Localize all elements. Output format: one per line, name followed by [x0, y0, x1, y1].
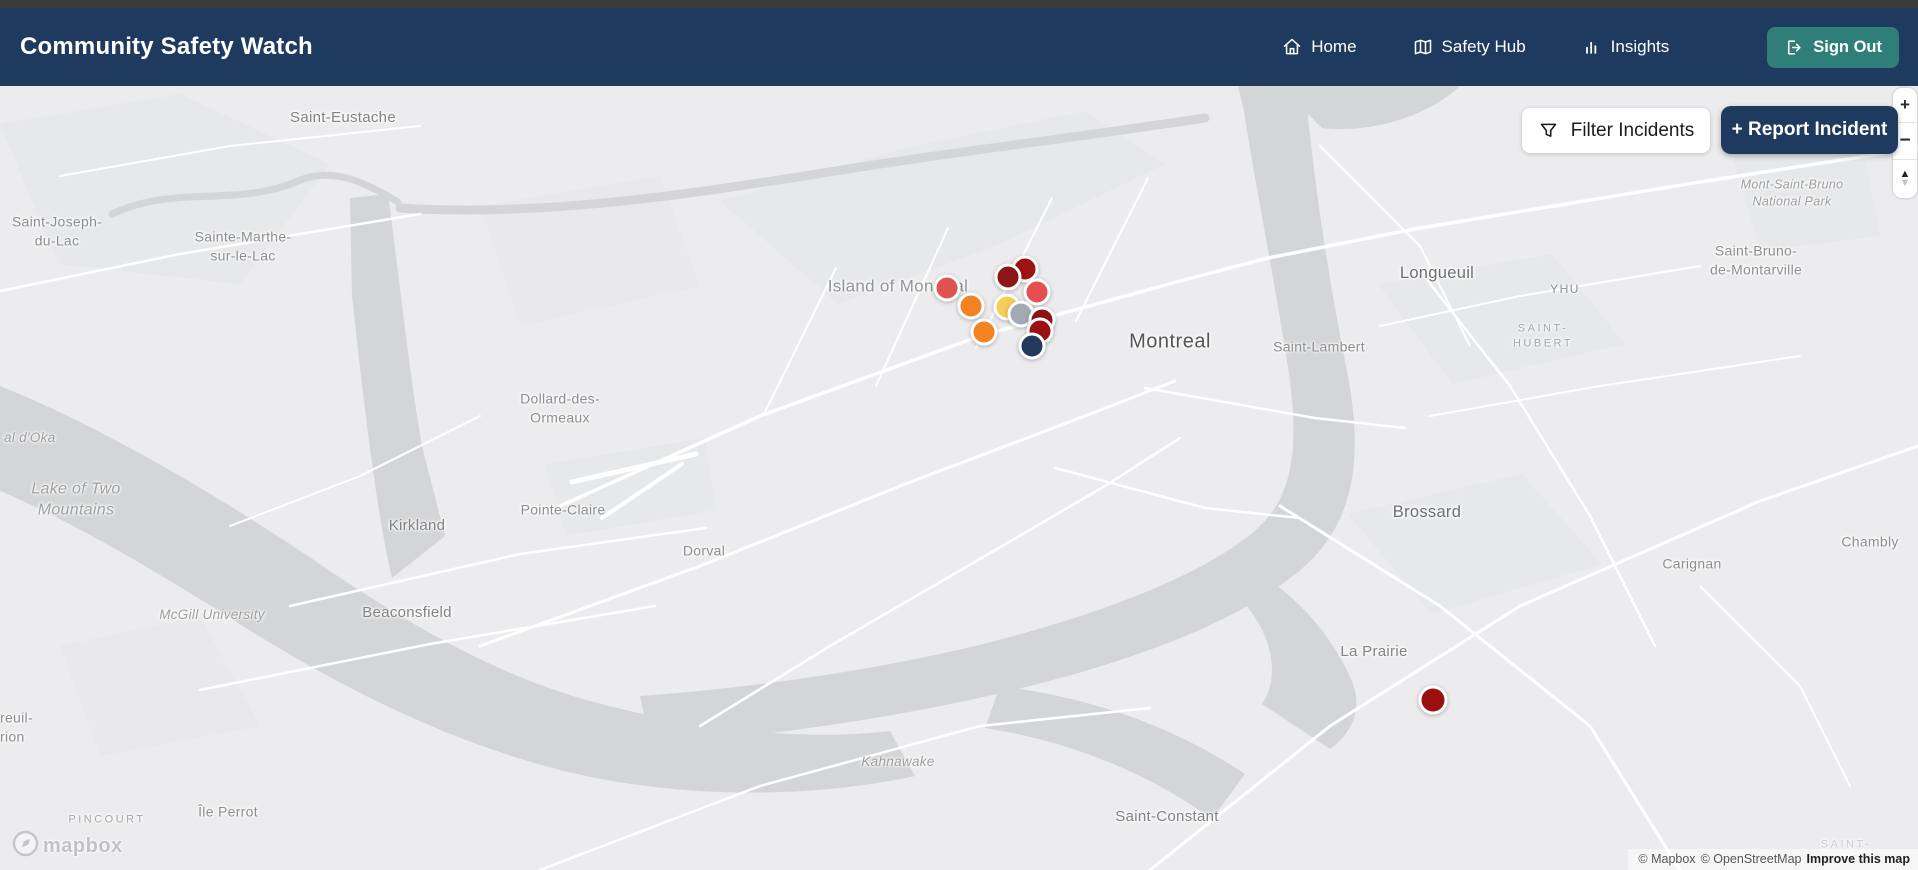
attribution-mapbox-link[interactable]: © Mapbox	[1638, 852, 1695, 866]
nav-item-insights[interactable]: Insights	[1582, 37, 1670, 57]
map-label-mont-saint-bruno-national-park: Mont-Saint-Bruno National Park	[1740, 177, 1844, 208]
window-chrome-strip	[0, 0, 1918, 8]
incident-marker-3[interactable]	[994, 263, 1022, 291]
map-label-montreal: Montreal	[1129, 330, 1211, 353]
mapbox-logo-icon	[12, 830, 39, 862]
map-label-mcgill-university: McGill University	[159, 606, 265, 622]
app-title: Community Safety Watch	[20, 33, 313, 60]
map-label-vaudreuil-partial-1: reuil-	[0, 709, 33, 726]
bar-chart-icon	[1582, 37, 1602, 57]
funnel-icon	[1538, 120, 1559, 141]
main-nav: Home Safety Hub Insights Sign Out	[1282, 26, 1899, 68]
map-label-saint-bruno-de-montarville: Saint-Bruno- de-Montarville	[1709, 242, 1803, 277]
map-icon	[1413, 37, 1433, 57]
home-icon	[1282, 37, 1302, 57]
map-label-lake-of-two-mountains: Lake of Two Mountains	[31, 480, 121, 519]
report-incident-button[interactable]: + Report Incident	[1721, 106, 1898, 154]
map-label-sainte-marthe-sur-le-lac: Sainte-Marthe- sur-le-Lac	[194, 228, 292, 263]
nav-item-label: Safety Hub	[1441, 37, 1526, 56]
map-label-ile-perrot: Île Perrot	[198, 803, 258, 820]
map-label-saint-hubert: SAINT- HUBERT	[1512, 322, 1574, 349]
map-label-chambly: Chambly	[1841, 533, 1899, 550]
incident-marker-10[interactable]	[970, 318, 998, 346]
incident-marker-12[interactable]	[1418, 685, 1448, 715]
map-label-saint-lambert: Saint-Lambert	[1273, 338, 1365, 355]
map-base-tiles	[0, 86, 1918, 870]
map-label-pointe-claire: Pointe-Claire	[520, 501, 606, 518]
nav-item-safety-hub[interactable]: Safety Hub	[1413, 37, 1526, 57]
improve-this-map-link[interactable]: Improve this map	[1807, 852, 1911, 866]
app-header: Community Safety Watch Home Safety Hub I…	[0, 8, 1918, 86]
nav-item-label: Insights	[1610, 37, 1670, 56]
map-label-vaudreuil-partial-2: rion	[0, 728, 25, 745]
map-label-dorval: Dorval	[682, 542, 726, 559]
mapbox-wordmark: mapbox	[43, 834, 123, 857]
map-label-beaconsfield: Beaconsfield	[362, 603, 452, 621]
map-label-brossard: Brossard	[1392, 502, 1462, 521]
sign-out-icon	[1784, 38, 1803, 57]
incident-marker-5[interactable]	[957, 292, 985, 320]
incident-marker-1[interactable]	[933, 274, 961, 302]
compass-button[interactable]: ▲ ▼	[1893, 159, 1917, 198]
sign-out-button[interactable]: Sign Out	[1767, 26, 1899, 68]
map-label-saint-joseph-du-lac: Saint-Joseph- du-Lac	[11, 213, 103, 248]
map-label-dollard-des-ormeaux: Dollard-des- Ormeaux	[520, 390, 600, 425]
map-label-saint-constant: Saint-Constant	[1115, 807, 1219, 825]
nav-item-label: Home	[1311, 37, 1357, 56]
map-label-yhu: YHU	[1550, 281, 1580, 296]
compass-south-icon: ▼	[1899, 177, 1911, 189]
mapbox-logo[interactable]: mapbox	[12, 830, 123, 862]
map-label-longueuil: Longueuil	[1399, 263, 1475, 282]
sign-out-label: Sign Out	[1813, 37, 1882, 56]
map-label-saint-eustache: Saint-Eustache	[290, 108, 396, 126]
incident-marker-11[interactable]	[1018, 332, 1046, 360]
map-label-carignan: Carignan	[1662, 555, 1722, 572]
nav-item-home[interactable]: Home	[1282, 37, 1357, 57]
filter-incidents-button[interactable]: Filter Incidents	[1522, 108, 1710, 153]
map-canvas[interactable]: Saint-Eustache Saint-Joseph- du-Lac Sainte…	[0, 86, 1918, 870]
map-label-kirkland: Kirkland	[388, 516, 446, 534]
map-label-la-prairie: La Prairie	[1340, 642, 1408, 660]
map-attribution: © Mapbox © OpenStreetMap Improve this ma…	[1628, 849, 1918, 870]
filter-incidents-label: Filter Incidents	[1570, 119, 1695, 141]
map-label-oka-park-partial: al d'Oka	[4, 429, 56, 445]
map-label-kahnawake: Kahnawake	[861, 753, 935, 769]
map-label-pincourt: PINCOURT	[68, 813, 146, 826]
attribution-osm-link[interactable]: © OpenStreetMap	[1701, 852, 1802, 866]
